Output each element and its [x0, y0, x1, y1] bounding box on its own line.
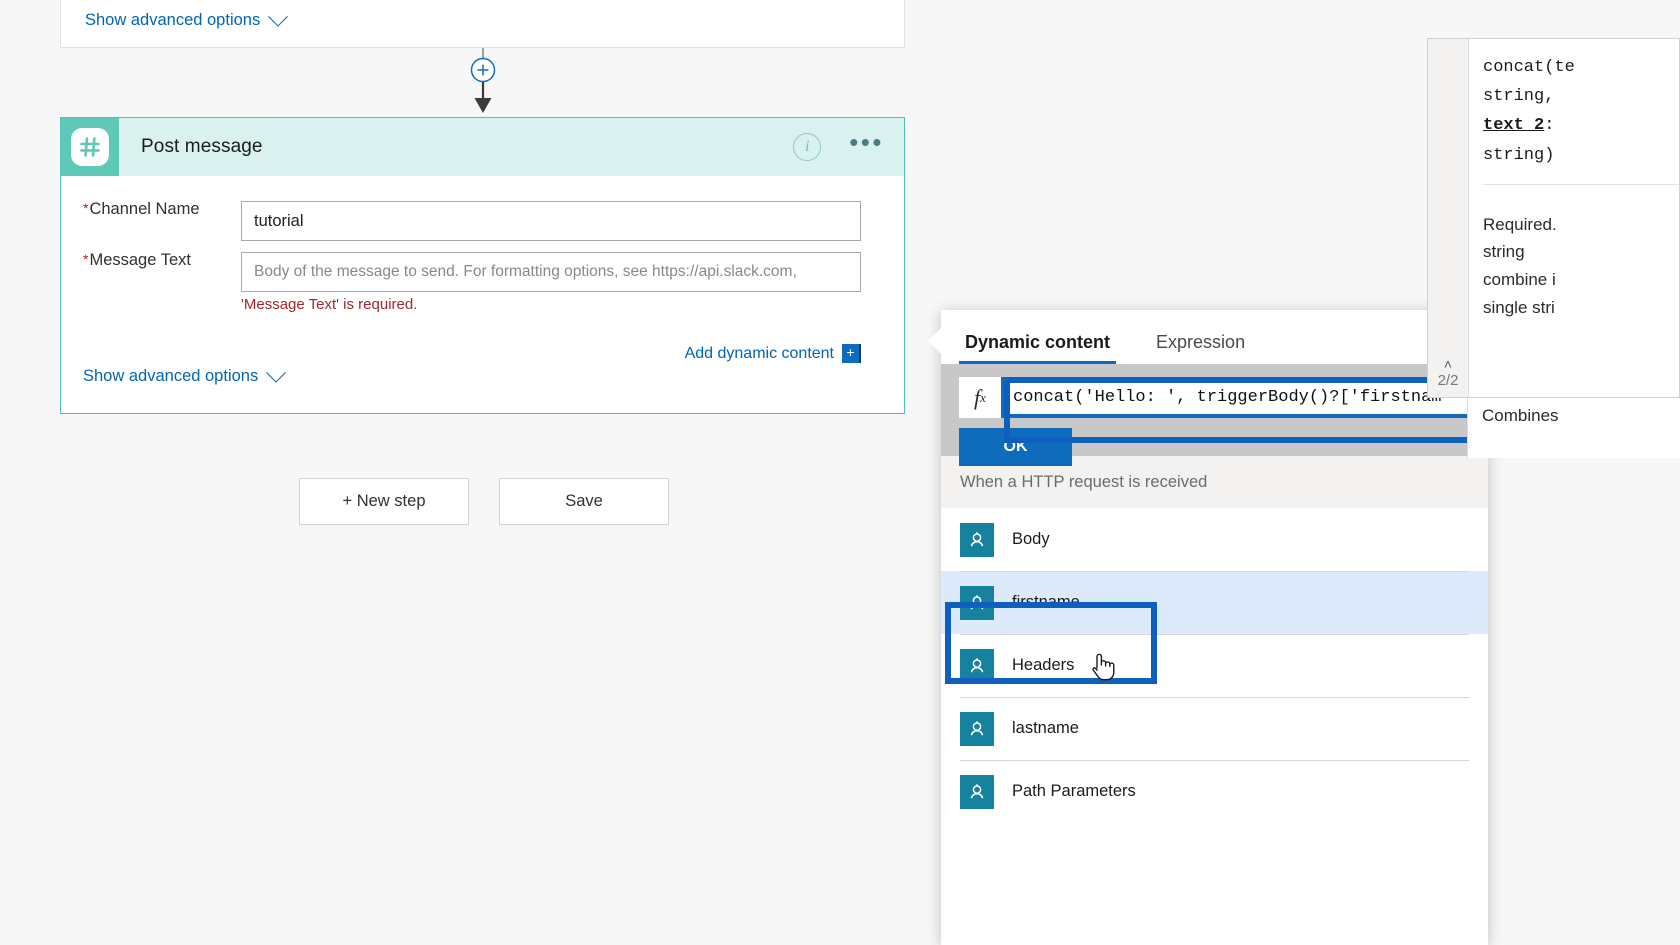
doc-tooltip-pager[interactable]: ˄ 2/2	[1428, 356, 1468, 389]
new-step-button[interactable]: + New step	[299, 478, 469, 525]
message-text-label: *Message Text	[83, 251, 191, 269]
trigger-output-icon	[960, 774, 994, 809]
required-marker: *	[83, 200, 89, 216]
flyout-beak	[928, 328, 941, 354]
channel-name-combobox[interactable]: tutorial	[241, 201, 861, 241]
function-doc-tooltip: ˄ 2/2 concat(te string, text_2: string) …	[1427, 38, 1680, 398]
message-text-input[interactable]: Body of the message to send. For formatt…	[241, 252, 861, 292]
doc-signature-head: concat(te string,	[1483, 58, 1575, 107]
add-dynamic-content-icon: +	[842, 344, 861, 363]
list-item[interactable]: firstname	[941, 571, 1488, 634]
list-item-label: firstname	[1012, 593, 1080, 611]
required-marker: *	[83, 251, 89, 267]
doc-tooltip-signature: concat(te string, text_2: string)	[1483, 53, 1679, 170]
trigger-output-icon	[960, 648, 994, 683]
channel-name-value: tutorial	[254, 211, 304, 230]
message-text-error: 'Message Text' is required.	[241, 296, 418, 313]
post-message-action-card[interactable]: Post message i ••• *Channel Name tutoria…	[60, 117, 905, 414]
slack-hash-icon	[71, 128, 109, 166]
save-button[interactable]: Save	[499, 478, 669, 525]
list-item-label: Body	[1012, 530, 1050, 548]
tab-dynamic-content[interactable]: Dynamic content	[959, 332, 1117, 364]
action-card-title: Post message	[141, 136, 263, 157]
flyout-tabs: Dynamic content Expression	[941, 310, 1488, 364]
list-item[interactable]: Headers	[941, 634, 1488, 697]
expression-editor-zone: fx concat('Hello: ', triggerBody()?['fir…	[941, 364, 1492, 466]
action-show-advanced-options-label: Show advanced options	[83, 367, 259, 385]
list-item-label: Headers	[1012, 656, 1075, 674]
list-item[interactable]: lastname	[941, 697, 1488, 760]
doc-tooltip-extra-text: Combines	[1482, 406, 1559, 425]
expression-input[interactable]: concat('Hello: ', triggerBody()?['firstn…	[1001, 377, 1492, 418]
previous-show-advanced-options-link[interactable]: Show advanced options	[85, 6, 289, 30]
expression-value: concat('Hello: ', triggerBody()?['firstn…	[1013, 388, 1442, 407]
add-dynamic-content-label: Add dynamic content	[684, 344, 834, 362]
action-card-header-actions: i •••	[793, 118, 884, 176]
action-show-advanced-options-link[interactable]: Show advanced options	[83, 362, 287, 386]
more-options-icon[interactable]: •••	[849, 129, 884, 160]
channel-name-control[interactable]: tutorial	[241, 201, 861, 241]
channel-name-label: *Channel Name	[83, 200, 200, 218]
field-channel-name: *Channel Name tutorial	[61, 201, 861, 241]
trigger-output-icon	[960, 585, 994, 620]
doc-tooltip-content: concat(te string, text_2: string) Requir…	[1469, 39, 1679, 397]
list-item[interactable]: Path Parameters	[941, 760, 1488, 823]
info-icon[interactable]: i	[793, 133, 822, 161]
doc-tooltip-divider	[1483, 183, 1679, 185]
doc-tooltip-pager-count: 2/2	[1437, 371, 1459, 389]
action-card-body: *Channel Name tutorial *Message Text Bod…	[61, 176, 904, 414]
action-card-header: Post message i •••	[61, 118, 904, 176]
list-item-label: lastname	[1012, 719, 1079, 737]
chevron-down-icon	[268, 6, 289, 27]
doc-tooltip-description: Required. string combine i single stri	[1483, 214, 1557, 317]
doc-tooltip-pager-rail[interactable]: ˄ 2/2	[1428, 39, 1469, 397]
list-item-label: Path Parameters	[1012, 782, 1136, 800]
tab-expression[interactable]: Expression	[1150, 332, 1251, 364]
workflow-button-row: + New step Save	[299, 478, 669, 525]
step-connector	[470, 48, 496, 113]
previous-action-card: Show advanced options	[60, 0, 905, 48]
previous-show-advanced-options-label: Show advanced options	[85, 11, 261, 29]
trigger-output-icon	[960, 522, 994, 557]
fx-icon: fx	[959, 377, 1001, 418]
doc-tooltip-extra-line: Combines	[1467, 398, 1680, 458]
add-dynamic-content-link[interactable]: Add dynamic content +	[685, 344, 861, 363]
expression-ok-button[interactable]: OK	[959, 428, 1072, 466]
expression-input-row: fx concat('Hello: ', triggerBody()?['fir…	[959, 377, 1492, 418]
dynamic-content-list: Body firstname Headers lastname Path Par…	[941, 508, 1488, 823]
chevron-down-icon	[266, 362, 287, 383]
slack-connector-icon-tile	[61, 118, 119, 176]
doc-current-param: text_2	[1483, 116, 1545, 136]
message-text-placeholder: Body of the message to send. For formatt…	[254, 263, 797, 280]
chevron-up-icon[interactable]: ˄	[1428, 356, 1468, 372]
field-message-text: *Message Text Body of the message to sen…	[61, 251, 861, 363]
message-text-control[interactable]: Body of the message to send. For formatt…	[241, 252, 861, 363]
trigger-output-icon	[960, 711, 994, 746]
list-item[interactable]: Body	[941, 508, 1488, 571]
dynamic-content-flyout: Dynamic content Expression fx concat('He…	[928, 310, 1492, 945]
